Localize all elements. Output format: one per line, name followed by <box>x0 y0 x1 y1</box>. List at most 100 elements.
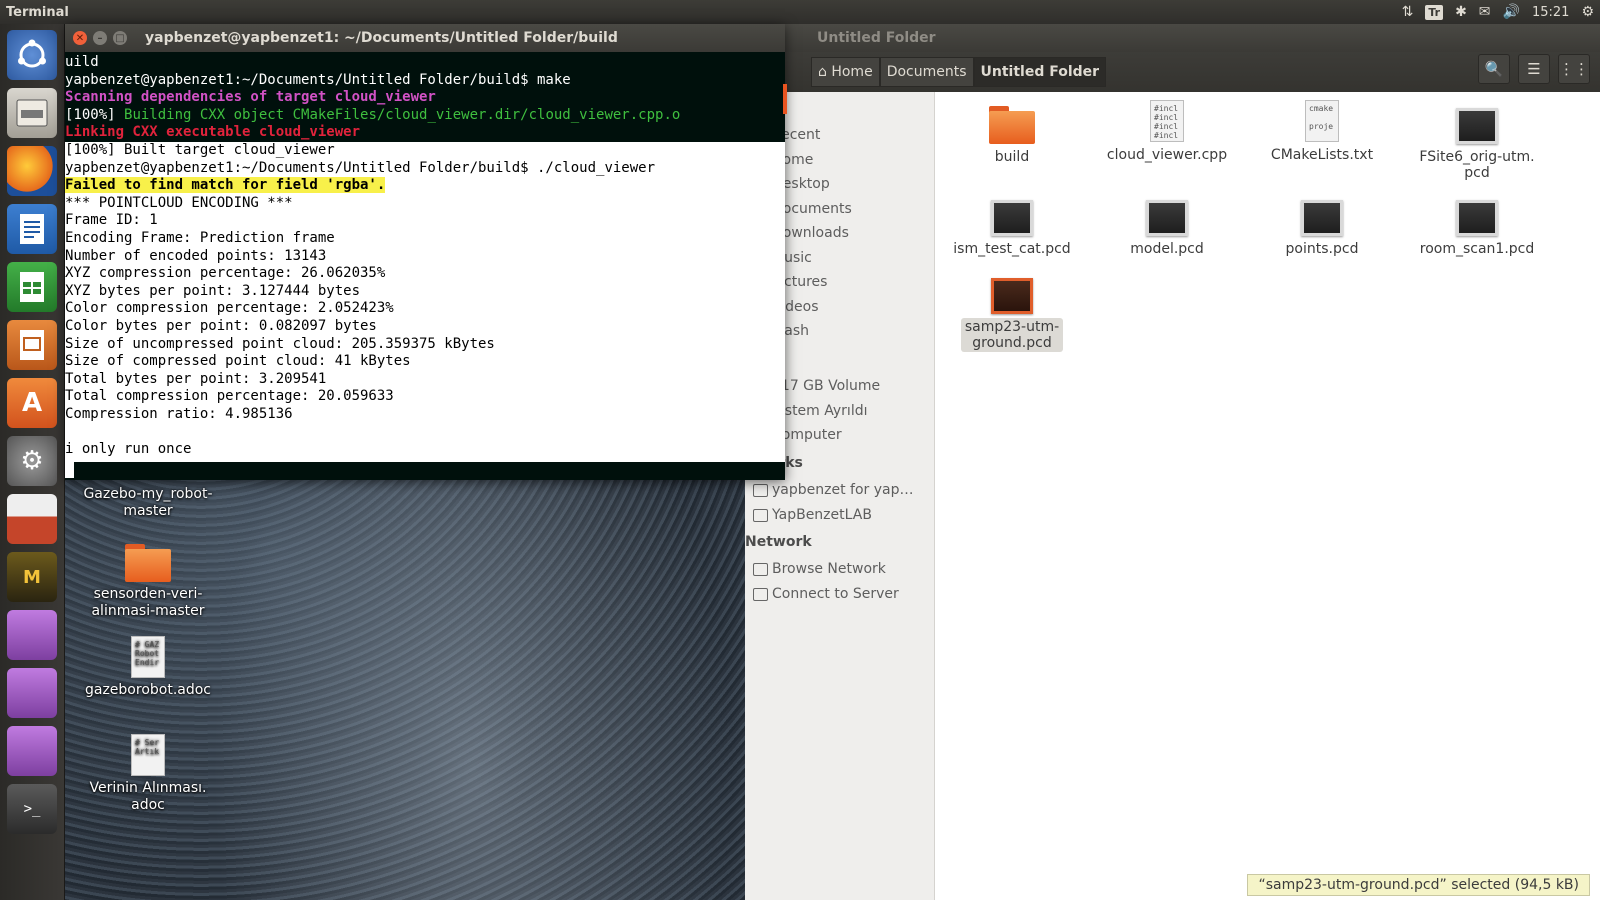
sidebar-item-label: yapbenzet for yap… <box>772 482 914 498</box>
menu-icon[interactable]: ☰ <box>1518 54 1550 84</box>
terminal-output[interactable]: uild yapbenzet@yapbenzet1:~/Documents/Unt… <box>65 52 785 480</box>
settings-gear-icon[interactable]: ⚙ <box>1581 4 1594 20</box>
terminal-line: Failed to find match for field 'rgba'. <box>65 177 680 195</box>
file-name: FSite6_orig-utm. pcd <box>1419 149 1535 181</box>
system-settings-icon[interactable]: ⚙ <box>7 436 57 486</box>
writer-icon[interactable] <box>7 204 57 254</box>
impress-icon[interactable] <box>7 320 57 370</box>
pcd-file-icon <box>1301 200 1343 236</box>
bookmark-folder-icon <box>753 508 768 522</box>
window-accent-edge <box>783 84 787 114</box>
files-titlebar[interactable]: Untitled Folder <box>745 24 1600 52</box>
breadcrumb-home[interactable]: ⌂ Home <box>811 57 880 87</box>
breadcrumb-documents[interactable]: Documents <box>879 57 974 87</box>
sidebar-item-bookmark-lab[interactable]: YapBenzetLAB <box>753 507 872 523</box>
pcd-file-icon <box>1456 108 1498 144</box>
mail-icon[interactable]: ✉ <box>1479 4 1491 20</box>
terminal-titlebar[interactable]: ✕ – □ yapbenzet@yapbenzet1: ~/Documents/… <box>65 24 785 52</box>
file-item-cloud-viewer-cpp[interactable]: #incl #incl #incl #incl cloud_viewer.cpp <box>1092 100 1242 164</box>
breadcrumb-untitled-folder[interactable]: Untitled Folder <box>973 57 1107 87</box>
bluetooth-icon[interactable]: ✱ <box>1455 4 1467 20</box>
active-app-title: Terminal <box>6 4 69 20</box>
search-icon[interactable]: 🔍 <box>1478 54 1510 84</box>
pcd-file-icon <box>1456 200 1498 236</box>
file-name: samp23-utm- ground.pcd <box>960 318 1064 352</box>
terminal-icon[interactable]: >_ <box>7 784 57 834</box>
terminal-line: Color bytes per point: 0.082097 bytes <box>65 317 377 334</box>
source-file-icon: #incl #incl #incl #incl <box>1150 100 1184 142</box>
grid-view-icon[interactable]: ⋮⋮ <box>1558 54 1590 84</box>
firefox-icon[interactable] <box>7 146 57 196</box>
document-icon: # GAZ Robot Endir <box>131 636 165 678</box>
terminal-line: Number of encoded points: 13143 <box>65 247 327 264</box>
calc-icon[interactable] <box>7 262 57 312</box>
file-item-samp23-selected[interactable]: samp23-utm- ground.pcd <box>937 278 1087 352</box>
sidebar-item-label: Browse Network <box>772 561 886 577</box>
file-item-fsite6[interactable]: FSite6_orig-utm. pcd <box>1402 108 1552 182</box>
file-item-model[interactable]: model.pcd <box>1092 200 1242 258</box>
bookmark-folder-icon <box>753 483 768 497</box>
desktop-file-verinin[interactable]: # Ser Artık Verinin Alınması. adoc <box>73 734 223 814</box>
sidebar-item-system-reserved[interactable]: Sistem Ayrıldı <box>772 403 867 419</box>
sidebar-item-volume[interactable]: 217 GB Volume <box>772 378 880 394</box>
terminal-line-prefix: [100%] <box>65 106 125 123</box>
desktop-folder-sensorden[interactable]: sensorden-veri- alinmasi-master <box>73 544 223 620</box>
file-name: model.pcd <box>1130 241 1204 257</box>
sidebar-item-label: YapBenzetLAB <box>772 507 872 523</box>
files-icon[interactable] <box>7 88 57 138</box>
clock[interactable]: 15:21 <box>1532 5 1569 20</box>
maximize-icon[interactable]: □ <box>113 31 127 45</box>
files-toolbar: › ⌂ Home Documents Untitled Folder <box>745 52 1600 92</box>
selection-status: “samp23-utm-ground.pcd” selected (94,5 k… <box>1247 874 1590 896</box>
monitor-icon[interactable] <box>7 726 57 776</box>
file-name: points.pcd <box>1285 241 1359 257</box>
network-icon[interactable]: ⇅ <box>1402 4 1414 20</box>
sidebar-item-connect-server[interactable]: Connect to Server <box>753 586 899 602</box>
sidebar-item-label: Connect to Server <box>772 586 899 602</box>
desktop-icon-label: Gazebo-my_robot- master <box>83 486 213 519</box>
desktop-folder-gazebo[interactable]: Gazebo-my_robot- master <box>73 486 223 520</box>
terminal-line: Size of compressed point cloud: 41 kByte… <box>65 353 411 370</box>
terminal-cursor <box>65 462 74 478</box>
network-icon <box>753 562 768 576</box>
file-item-cmakelists[interactable]: cmake proje CMakeLists.txt <box>1247 100 1397 164</box>
workspace-icon[interactable] <box>7 494 57 544</box>
file-item-room-scan1[interactable]: room_scan1.pcd <box>1402 200 1552 258</box>
display-icon[interactable] <box>7 668 57 718</box>
mega-icon[interactable]: M <box>7 552 57 602</box>
close-icon[interactable]: ✕ <box>73 31 87 45</box>
volume-icon[interactable]: 🔊 <box>1503 4 1520 20</box>
software-center-icon[interactable]: A <box>7 378 57 428</box>
terminal-line: Size of uncompressed point cloud: 205.35… <box>65 335 495 352</box>
terminal-window: ✕ – □ yapbenzet@yapbenzet1: ~/Documents/… <box>65 24 787 480</box>
dash-home-icon[interactable] <box>7 30 57 80</box>
remote-desktop-icon[interactable] <box>7 610 57 660</box>
terminal-lines: uild yapbenzet@yapbenzet1:~/Documents/Unt… <box>65 54 680 459</box>
sidebar-item-bookmark-yapbenzet[interactable]: yapbenzet for yap… <box>753 482 913 498</box>
terminal-line: yapbenzet@yapbenzet1:~/Documents/Untitle… <box>65 71 571 88</box>
file-item-points[interactable]: points.pcd <box>1247 200 1397 258</box>
terminal-line: [100%] Built target cloud_viewer <box>65 141 335 158</box>
terminal-line: Encoding Frame: Prediction frame <box>65 229 335 246</box>
file-item-build[interactable]: build <box>937 106 1087 166</box>
terminal-line: *** POINTCLOUD ENCODING *** <box>65 194 293 211</box>
terminal-line: [100%] Building CXX object CMakeFiles/cl… <box>65 107 680 125</box>
document-icon: # Ser Artık <box>131 734 165 776</box>
terminal-line: i only run once <box>65 441 192 458</box>
file-item-ism-test-cat[interactable]: ism_test_cat.pcd <box>937 200 1087 258</box>
terminal-line: yapbenzet@yapbenzet1:~/Documents/Untitle… <box>65 159 656 176</box>
sidebar-item-browse-network[interactable]: Browse Network <box>753 561 886 577</box>
terminal-line: Scanning dependencies of target cloud_vi… <box>65 89 436 106</box>
terminal-title: yapbenzet@yapbenzet1: ~/Documents/Untitl… <box>145 30 618 46</box>
files-window-title: Untitled Folder <box>817 30 936 46</box>
indicator-area: ⇅ Tr ✱ ✉ 🔊 15:21 ⚙ <box>1402 0 1594 24</box>
keyboard-layout-indicator[interactable]: Tr <box>1425 4 1444 20</box>
terminal-line: XYZ bytes per point: 3.127444 bytes <box>65 282 361 299</box>
minimize-icon[interactable]: – <box>93 31 107 45</box>
desktop-file-gazeborobot[interactable]: # GAZ Robot Endir gazeborobot.adoc <box>73 636 223 699</box>
terminal-line: Total bytes per point: 3.209541 <box>65 370 327 387</box>
text-file-icon: cmake proje <box>1305 100 1339 142</box>
terminal-line: Color compression percentage: 2.052423% <box>65 300 394 317</box>
terminal-line: XYZ compression percentage: 26.062035% <box>65 265 386 282</box>
